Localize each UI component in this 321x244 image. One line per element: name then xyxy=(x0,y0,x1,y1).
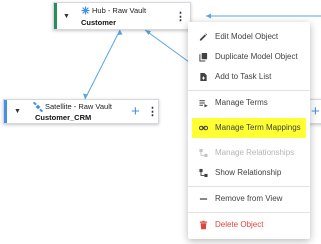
add-icon[interactable]: + xyxy=(131,104,140,119)
menu-item-label: Manage Term Mappings xyxy=(215,123,301,132)
menu-item-label: Delete Object xyxy=(215,220,264,229)
satellite-node[interactable]: ▼ Satellite - Raw Vault Customer_CRM + ⋮ xyxy=(3,99,159,124)
relationships-icon xyxy=(199,148,208,158)
menu-item-add-to-task-list[interactable]: Add to Task List xyxy=(188,67,310,87)
menu-item-label: Edit Model Object xyxy=(215,32,279,41)
menu-item-label: Manage Relationships xyxy=(215,148,295,157)
menu-item-manage-term-mappings[interactable]: Manage Term Mappings xyxy=(192,118,306,138)
link-icon xyxy=(199,125,208,131)
satellite-type-label: Satellite - Raw Vault xyxy=(45,102,112,111)
hub-node[interactable]: ▼ Hub - Raw Vault Customer ⋮ xyxy=(53,2,191,30)
satellite-icon xyxy=(33,102,43,112)
satellite-accent xyxy=(4,100,7,123)
satellite-kebab-icon[interactable]: ⋮ xyxy=(147,107,158,118)
menu-divider xyxy=(188,212,310,213)
menu-item-edit-model-object[interactable]: Edit Model Object xyxy=(188,27,310,47)
connector-hub-satellite xyxy=(84,29,121,100)
menu-item-label: Manage Terms xyxy=(215,98,268,107)
menu-item-label: Remove from View xyxy=(215,194,283,203)
copy-icon xyxy=(199,52,208,62)
hub-icon xyxy=(81,6,90,15)
hub-accent xyxy=(54,3,57,29)
minus-icon xyxy=(199,198,208,200)
menu-item-manage-terms[interactable]: Manage Terms xyxy=(188,93,310,113)
menu-item-manage-relationships: Manage Relationships xyxy=(188,143,310,163)
collapse-caret-icon[interactable]: ▼ xyxy=(63,13,70,20)
menu-item-remove-from-view[interactable]: Remove from View xyxy=(188,189,310,209)
add-icon[interactable]: + xyxy=(311,104,320,119)
satellite-name-label: Customer_CRM xyxy=(35,113,92,122)
menu-item-label: Show Relationship xyxy=(215,168,282,177)
menu-item-label: Add to Task List xyxy=(215,72,272,81)
show-relationship-icon xyxy=(199,168,208,178)
arrowhead-icon xyxy=(206,13,211,19)
context-menu: Edit Model Object Duplicate Model Object… xyxy=(188,22,310,239)
pencil-icon xyxy=(199,33,208,41)
hub-name-label: Customer xyxy=(81,18,117,27)
menu-item-label: Duplicate Model Object xyxy=(215,52,298,61)
hub-kebab-icon[interactable]: ⋮ xyxy=(175,12,186,23)
menu-divider xyxy=(188,90,310,91)
menu-item-delete-object[interactable]: Delete Object xyxy=(188,215,310,235)
menu-divider xyxy=(188,186,310,187)
menu-item-duplicate-model-object[interactable]: Duplicate Model Object xyxy=(188,47,310,67)
menu-item-show-relationship[interactable]: Show Relationship xyxy=(188,163,310,183)
hub-type-label: Hub - Raw Vault xyxy=(92,6,147,15)
task-add-icon xyxy=(200,72,207,82)
trash-icon xyxy=(199,220,208,230)
terms-icon xyxy=(199,100,208,108)
collapse-caret-icon[interactable]: ▼ xyxy=(14,108,21,115)
